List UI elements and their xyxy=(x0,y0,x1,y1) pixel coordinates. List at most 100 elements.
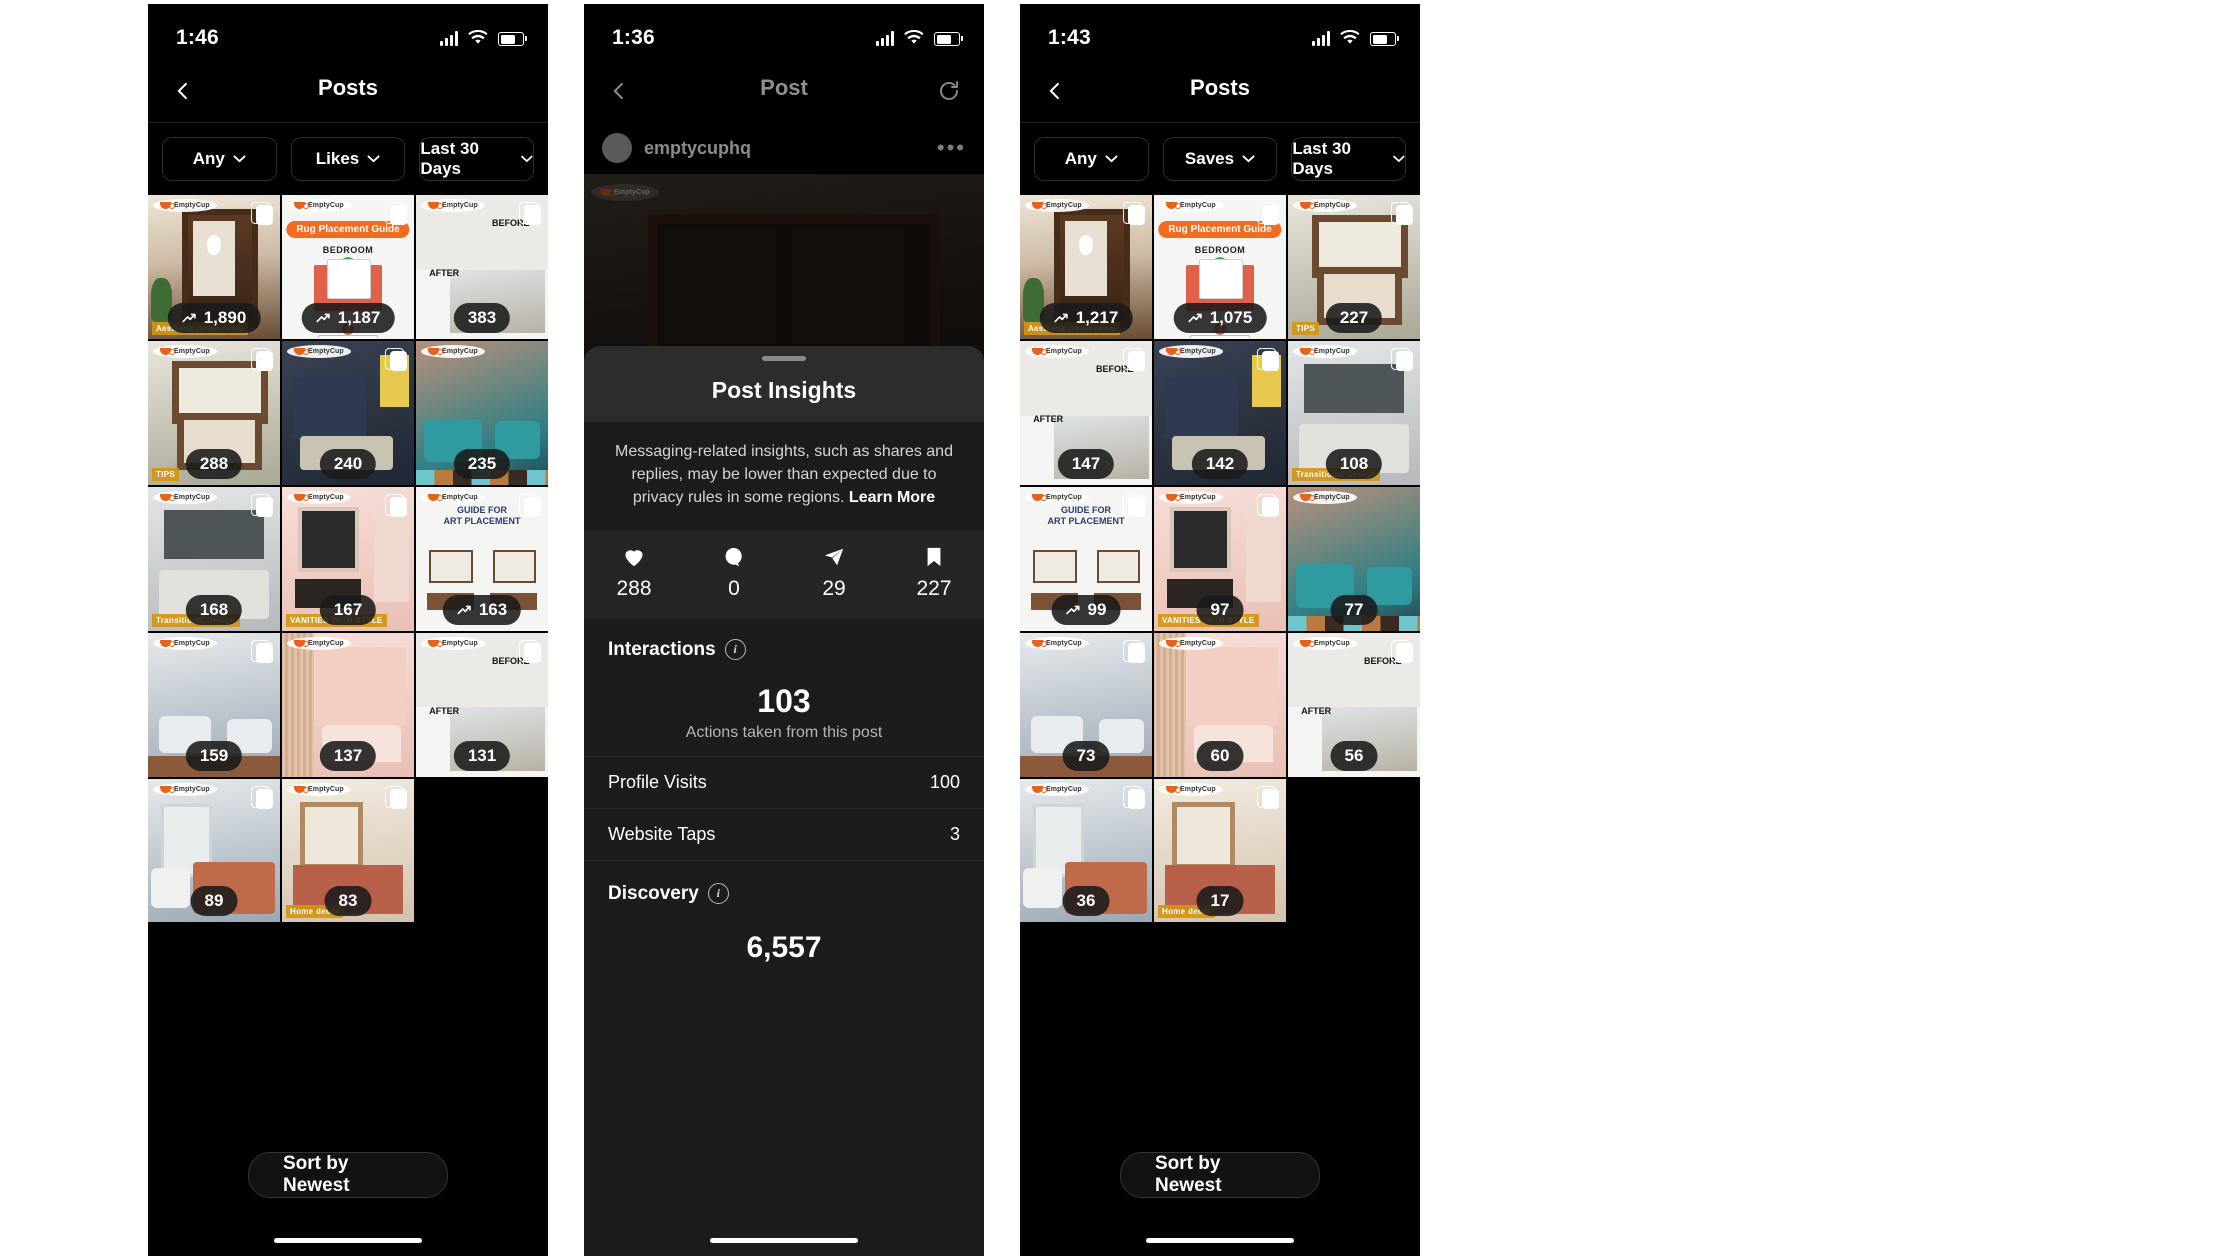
filter-chip-label: Saves xyxy=(1184,149,1235,168)
tile-metric-badge: 77 xyxy=(1330,594,1378,625)
nav-bar: Post xyxy=(584,64,984,122)
post-tile[interactable]: EmptyCup Home decor 17 xyxy=(1154,778,1286,923)
filter-chip-timeframe[interactable]: Last 30 Days xyxy=(419,137,535,181)
row-label: Profile Visits xyxy=(608,771,707,792)
post-tile[interactable]: GUIDE FOR ART PLACEMENT EmptyCup 163 xyxy=(416,486,548,631)
brand-name: EmptyCup xyxy=(1180,639,1216,647)
cup-icon xyxy=(160,785,175,793)
post-tile[interactable]: EmptyCup 89 xyxy=(148,778,280,923)
post-tile[interactable]: EmptyCupVANITIES WITH STYLE167 xyxy=(282,486,414,631)
avatar[interactable] xyxy=(602,133,632,163)
cup-icon xyxy=(428,639,443,647)
filter-chip-metric[interactable]: Saves xyxy=(1162,137,1278,181)
post-tile[interactable]: EmptyCupTransitional Design108 xyxy=(1288,340,1420,485)
tile-metric-value: 142 xyxy=(1205,453,1235,473)
post-tile[interactable]: EmptyCup 73 xyxy=(1020,632,1152,777)
tile-metric-value: 240 xyxy=(333,453,363,473)
interactions-total: 103 xyxy=(757,682,811,719)
brand-watermark: EmptyCup xyxy=(287,199,351,212)
post-tile[interactable]: EmptyCupVANITIES WITH STYLE97 xyxy=(1154,486,1286,631)
tile-metric-badge: 288 xyxy=(185,448,243,479)
info-icon[interactable]: i xyxy=(724,639,746,661)
metric-saves[interactable]: 227 xyxy=(884,546,984,601)
carousel-indicator-icon xyxy=(519,202,541,225)
post-tile[interactable]: BEFORE AFTER EmptyCup 131 xyxy=(416,632,548,777)
brand-name: EmptyCup xyxy=(174,493,210,501)
post-tile[interactable]: EmptyCup 137 xyxy=(282,632,414,777)
post-tile[interactable]: BEFORE AFTER EmptyCup 383 xyxy=(416,195,548,339)
metric-likes[interactable]: 288 xyxy=(584,546,684,601)
post-tile[interactable]: EmptyCupAesthetic pooja room1,890 xyxy=(148,195,280,339)
chevron-down-icon xyxy=(1393,155,1405,162)
after-label: AFTER xyxy=(429,706,460,717)
status-icons xyxy=(876,30,963,46)
info-icon[interactable]: i xyxy=(707,883,729,905)
battery-icon xyxy=(1370,32,1399,46)
tile-metric-badge: 36 xyxy=(1062,886,1110,917)
filter-chip-metric[interactable]: Likes xyxy=(290,137,406,181)
post-tile[interactable]: EmptyCup 159 xyxy=(148,632,280,777)
brand-watermark: EmptyCup xyxy=(287,344,351,358)
tile-metric-badge: 131 xyxy=(453,740,511,771)
tile-metric-badge: 108 xyxy=(1325,448,1383,479)
trending-up-icon xyxy=(1066,605,1080,615)
brand-name: EmptyCup xyxy=(1314,493,1350,501)
sheet-title: Post Insights xyxy=(711,377,857,403)
tile-metric-badge: 73 xyxy=(1062,740,1110,771)
home-indicator xyxy=(710,1238,858,1243)
filter-chip-type[interactable]: Any xyxy=(162,137,277,181)
post-tile[interactable]: Rug Placement GuideBEDROOM✓✕EmptyCup1,07… xyxy=(1154,195,1286,339)
metric-comments[interactable]: 0 xyxy=(684,546,784,601)
interactions-row-website-taps[interactable]: Website Taps 3 xyxy=(584,807,984,860)
post-tile[interactable]: EmptyCup Home decor 83 xyxy=(282,778,414,923)
post-tile[interactable]: EmptyCupAesthetic pooja room1,217 xyxy=(1020,195,1152,339)
guide-subtitle: BEDROOM xyxy=(322,245,374,255)
rug-diagram-bad xyxy=(318,335,378,339)
tile-metric-value: 235 xyxy=(467,453,497,473)
drag-handle[interactable] xyxy=(762,356,806,361)
post-tile[interactable]: EmptyCupTransitional Design168 xyxy=(148,486,280,631)
post-insights-sheet: Post Insights Messaging-related insights… xyxy=(584,346,984,1256)
filter-chip-type[interactable]: Any xyxy=(1034,137,1149,181)
post-tile[interactable]: EmptyCup 235 xyxy=(416,340,548,485)
refresh-button[interactable] xyxy=(928,70,970,112)
post-username[interactable]: emptycuphq xyxy=(644,138,751,159)
post-tile[interactable]: BEFORE AFTER EmptyCup 56 xyxy=(1288,632,1420,777)
brand-watermark: EmptyCup xyxy=(153,199,217,212)
metric-shares[interactable]: 29 xyxy=(784,546,884,601)
brand-name: EmptyCup xyxy=(442,202,478,209)
status-bar: 1:46 xyxy=(148,4,548,64)
learn-more-link[interactable]: Learn More xyxy=(849,489,935,506)
post-tile[interactable]: EmptyCup TIPS 288 xyxy=(148,340,280,485)
carousel-indicator-icon xyxy=(1257,202,1279,225)
post-tile[interactable]: EmptyCup TIPS 227 xyxy=(1288,195,1420,339)
cup-icon xyxy=(1300,639,1315,647)
post-tile[interactable]: Rug Placement GuideBEDROOM✓✕EmptyCup1,18… xyxy=(282,195,414,339)
cup-icon xyxy=(1166,202,1181,209)
post-tile[interactable]: EmptyCup 60 xyxy=(1154,632,1286,777)
post-tile[interactable]: EmptyCup 142 xyxy=(1154,340,1286,485)
status-bar: 1:43 xyxy=(1020,4,1420,64)
rug-diagram-bad xyxy=(1190,335,1250,339)
post-tile[interactable]: BEFORE AFTER EmptyCup 147 xyxy=(1020,340,1152,485)
post-tile[interactable]: EmptyCup 77 xyxy=(1288,486,1420,631)
tile-metric-badge: 137 xyxy=(319,740,377,771)
sort-by-newest-button[interactable]: Sort by Newest xyxy=(248,1152,448,1198)
post-tile[interactable]: EmptyCup 36 xyxy=(1020,778,1152,923)
posts-grid: EmptyCupAesthetic pooja room1,890Rug Pla… xyxy=(148,195,548,923)
filter-chip-timeframe[interactable]: Last 30 Days xyxy=(1291,137,1407,181)
trending-up-icon xyxy=(1188,313,1202,323)
post-tile[interactable]: EmptyCup 240 xyxy=(282,340,414,485)
brand-name: EmptyCup xyxy=(1046,785,1082,793)
status-time: 1:36 xyxy=(612,26,655,49)
cup-icon xyxy=(294,785,309,793)
more-options-icon[interactable]: ••• xyxy=(937,137,966,159)
carousel-indicator-icon xyxy=(251,493,273,517)
carousel-indicator-icon xyxy=(385,785,407,809)
sort-by-newest-button[interactable]: Sort by Newest xyxy=(1120,1152,1320,1198)
refresh-icon xyxy=(940,81,958,100)
brand-watermark: EmptyCup xyxy=(153,636,217,650)
interactions-row-profile-visits[interactable]: Profile Visits 100 xyxy=(584,755,984,808)
post-tile[interactable]: GUIDE FOR ART PLACEMENT EmptyCup 99 xyxy=(1020,486,1152,631)
tile-metric-badge: 17 xyxy=(1196,886,1244,917)
